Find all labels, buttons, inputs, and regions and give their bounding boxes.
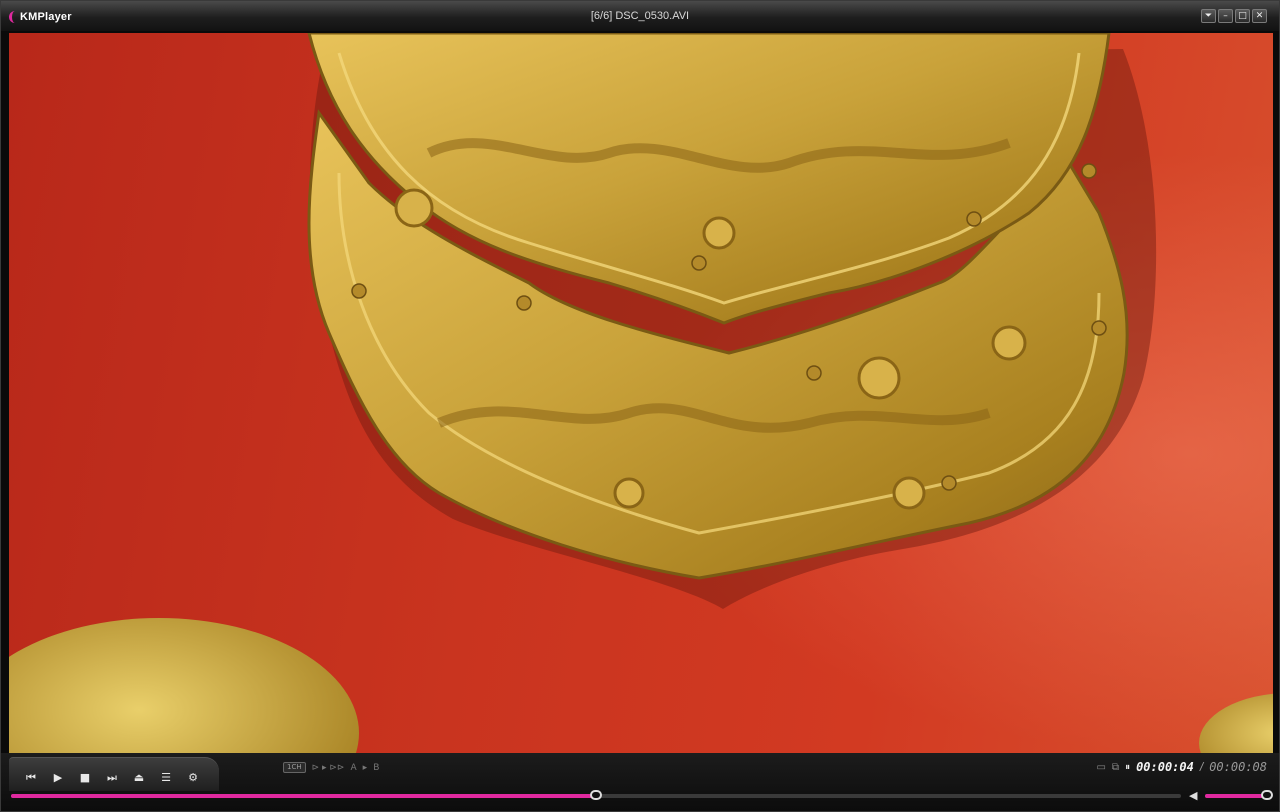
- total-time: 00:00:08: [1209, 760, 1267, 774]
- window-buttons: ⏷ – □ ✕: [1201, 9, 1267, 23]
- kmplayer-window: KMPlayer [6/6] DSC_0530.AVI ⏷ – □ ✕ ⏮ ▶ …: [0, 0, 1280, 812]
- volume-slider[interactable]: [1205, 790, 1273, 800]
- volume-icon[interactable]: ◀: [1189, 789, 1197, 802]
- window-title: [6/6] DSC_0530.AVI: [590, 10, 690, 22]
- playlist-icon[interactable]: ☰: [158, 770, 174, 786]
- menu-dropdown-button[interactable]: ⏷: [1201, 9, 1216, 23]
- play-icon[interactable]: ▶: [50, 770, 66, 786]
- time-separator: /: [1199, 760, 1204, 774]
- screen-icon[interactable]: ▭: [1096, 762, 1105, 773]
- minimize-button[interactable]: –: [1218, 9, 1233, 23]
- frame-step-icons[interactable]: ⊳ ▸ ⊳⊳: [312, 763, 345, 773]
- eject-icon[interactable]: ⏏: [131, 770, 147, 786]
- stop-icon[interactable]: ■: [77, 770, 93, 786]
- current-time: 00:00:04: [1136, 760, 1194, 774]
- ab-repeat-arrow-icon: ▸: [362, 762, 368, 773]
- mid-tools: 1CH ⊳ ▸ ⊳⊳ A ▸ B: [283, 762, 379, 773]
- previous-icon[interactable]: ⏮: [23, 770, 39, 786]
- video-display[interactable]: [9, 33, 1273, 753]
- seek-thumb[interactable]: [590, 790, 602, 800]
- volume-thumb[interactable]: [1261, 790, 1273, 800]
- channel-badge[interactable]: 1CH: [283, 762, 306, 773]
- capture-icon[interactable]: ⧉: [1112, 762, 1119, 773]
- seek-progress-fill: [11, 794, 596, 798]
- close-button[interactable]: ✕: [1252, 9, 1267, 23]
- ab-repeat-a[interactable]: A: [350, 763, 356, 773]
- volume-fill: [1205, 794, 1267, 798]
- pause-status-icon: ⏸: [1125, 761, 1131, 773]
- video-frame-image: [9, 33, 1273, 753]
- maximize-button[interactable]: □: [1235, 9, 1250, 23]
- seek-bar[interactable]: [11, 790, 1181, 800]
- ab-repeat-b[interactable]: B: [373, 763, 379, 773]
- next-icon[interactable]: ⏭: [104, 770, 120, 786]
- title-bar[interactable]: KMPlayer [6/6] DSC_0530.AVI ⏷ – □ ✕: [1, 1, 1279, 31]
- settings-icon[interactable]: ⚙: [185, 770, 201, 786]
- playback-controls-panel: ⏮ ▶ ■ ⏭ ⏏ ☰ ⚙: [9, 757, 219, 791]
- control-bar: ⏮ ▶ ■ ⏭ ⏏ ☰ ⚙ 1CH ⊳ ▸ ⊳⊳ A ▸ B ▭ ⧉ ⏸ 00:…: [1, 753, 1279, 811]
- status-area: ▭ ⧉ ⏸ 00:00:04 / 00:00:08: [1096, 760, 1267, 774]
